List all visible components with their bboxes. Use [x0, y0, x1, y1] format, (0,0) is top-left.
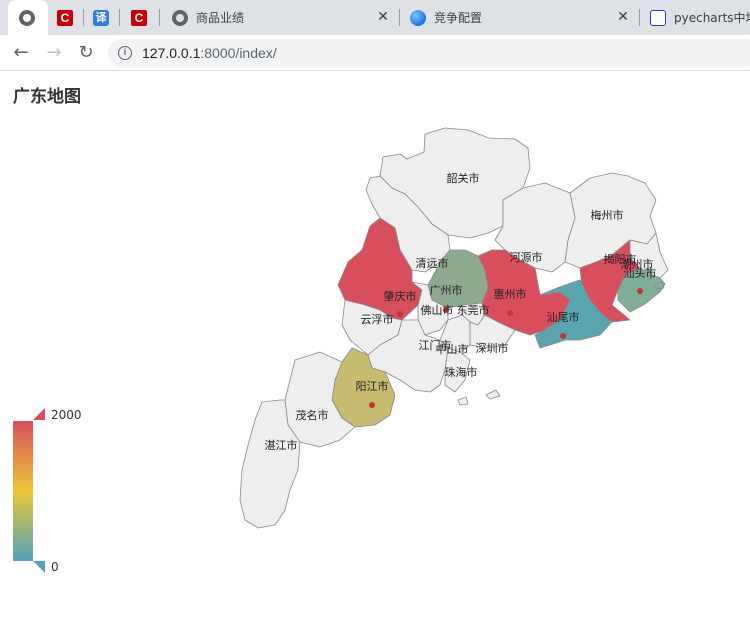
- tab-competition[interactable]: 竞争配置 ✕: [400, 0, 640, 35]
- tab-title: 商品业绩: [196, 11, 245, 25]
- translate-icon: 译: [93, 9, 109, 26]
- url-host: 127.0.0.1: [142, 45, 201, 61]
- tab-strip: C 译 C 商品业绩 ✕ 竞争配置 ✕ pyecharts中地: [0, 0, 750, 35]
- visual-map-min-handle[interactable]: [33, 561, 45, 573]
- reload-icon[interactable]: ↻: [74, 41, 98, 65]
- back-arrow-icon[interactable]: ←: [9, 41, 33, 65]
- city-label-9: 惠州市: [494, 287, 527, 301]
- tab-pinned-c-2[interactable]: C: [120, 0, 160, 35]
- baidu-paw-icon: [650, 9, 666, 26]
- url-text: 127.0.0.1:8000/index/: [142, 45, 277, 61]
- city-label-18: 阳江市: [356, 379, 389, 393]
- tab-pinned-translate[interactable]: 译: [84, 0, 120, 35]
- tab-title: 竞争配置: [434, 11, 483, 25]
- address-bar[interactable]: i 127.0.0.1:8000/index/: [108, 39, 750, 67]
- city-label-6: 汕头市: [624, 266, 657, 280]
- visual-map-max-label: 2000: [51, 408, 82, 422]
- city-label-3: 河源市: [510, 250, 543, 264]
- close-tab-icon[interactable]: ✕: [616, 10, 630, 24]
- globe-icon: [172, 9, 188, 26]
- info-icon[interactable]: i: [118, 46, 132, 60]
- city-marker-dot: [507, 310, 513, 316]
- forward-arrow-icon[interactable]: →: [42, 41, 66, 65]
- city-marker-dot: [560, 333, 566, 339]
- tab-pinned-c[interactable]: C: [48, 0, 84, 35]
- city-label-20: 湛江市: [265, 438, 298, 452]
- c-logo-icon: C: [131, 9, 147, 26]
- city-label-12: 东莞市: [457, 303, 490, 317]
- city-label-8: 广州市: [430, 283, 463, 297]
- earth-icon: [410, 9, 426, 26]
- island-2: [457, 396, 469, 406]
- city-label-13: 云浮市: [361, 312, 394, 326]
- city-label-7: 肇庆市: [384, 289, 417, 303]
- city-label-16: 深圳市: [476, 341, 509, 355]
- city-marker-dot: [637, 288, 643, 294]
- city-label-17: 珠海市: [445, 365, 478, 379]
- visual-map-max-handle[interactable]: [33, 408, 45, 420]
- city-label-15: 中山市: [436, 342, 469, 356]
- visual-map-gradient-bar[interactable]: [13, 421, 33, 561]
- island-3: [485, 389, 501, 400]
- close-tab-icon[interactable]: ✕: [376, 10, 390, 24]
- browser-toolbar: ← → ↻ i 127.0.0.1:8000/index/: [0, 35, 750, 71]
- city-label-19: 茂名市: [296, 408, 329, 422]
- city-label-2: 清远市: [416, 256, 449, 270]
- city-label-10: 汕尾市: [547, 310, 580, 324]
- city-label-0: 韶关市: [447, 171, 480, 185]
- city-label-1: 梅州市: [591, 208, 624, 222]
- url-path: :8000/index/: [200, 45, 277, 61]
- city-label-11: 佛山市: [421, 303, 454, 317]
- tab-sales[interactable]: 商品业绩 ✕: [160, 0, 400, 35]
- guangdong-map: 韶关市梅州市清远市 河源市 揭阳市潮州市汕头市肇庆市 广州市 惠州市汕尾市佛山市 东莞市云…: [239, 127, 669, 529]
- visual-map-min-label: 0: [51, 560, 59, 574]
- globe-icon: [19, 9, 35, 26]
- city-marker-dot: [397, 311, 403, 317]
- tab-active[interactable]: [8, 0, 48, 35]
- c-logo-icon: C: [57, 9, 73, 26]
- tab-pyecharts[interactable]: pyecharts中地: [640, 0, 750, 35]
- tab-title: pyecharts中地: [674, 11, 750, 25]
- city-marker-dot: [369, 402, 375, 408]
